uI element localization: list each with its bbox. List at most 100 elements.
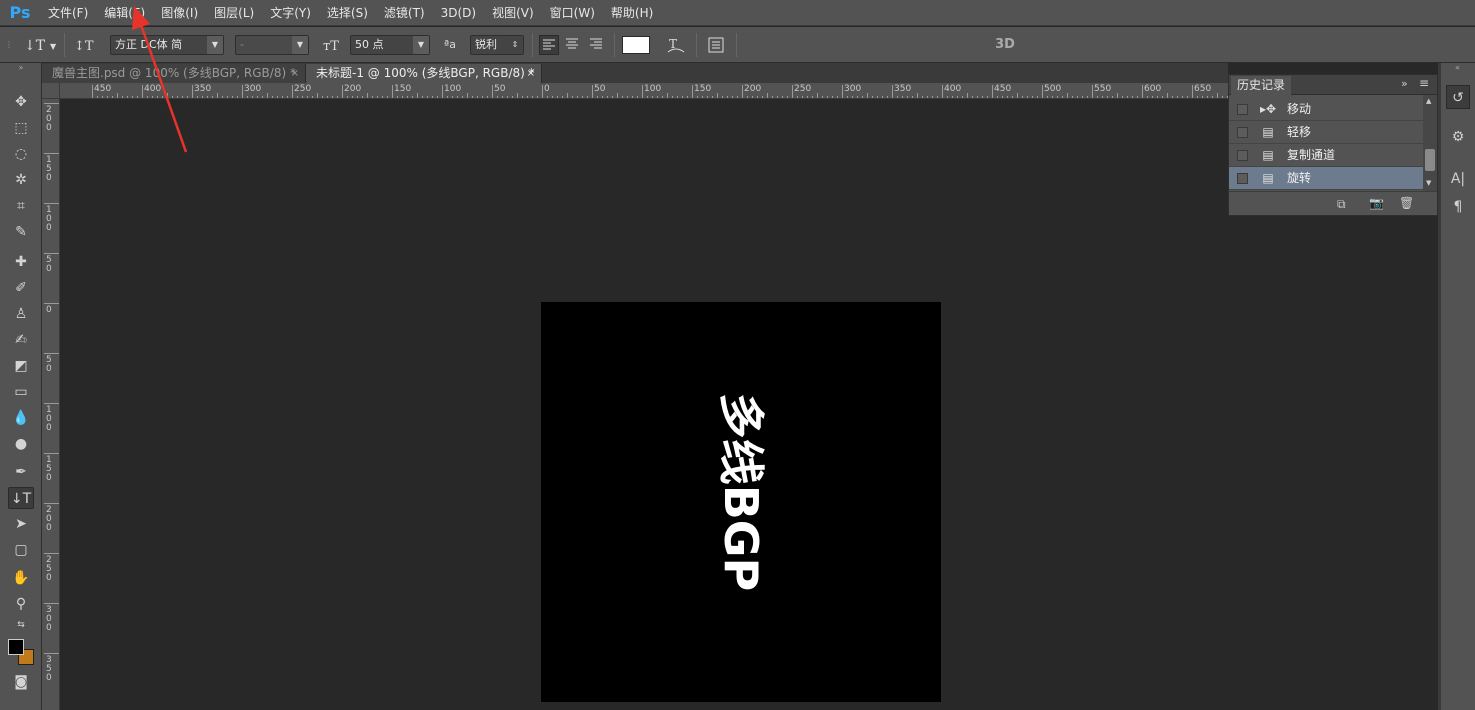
history-item[interactable]: ▤ 复制通道 [1229,144,1423,167]
canvas-text-layer[interactable]: 多线BGP [541,302,941,702]
ruler-tick [1192,85,1193,98]
warp-text-button[interactable]: T [664,34,688,63]
path-selection-tool-icon[interactable]: ➤ [8,513,34,535]
menu-image[interactable]: 图像(I) [153,0,206,26]
history-item[interactable]: ▸✥ 移动 [1229,98,1423,121]
menu-help[interactable]: 帮助(H) [603,0,661,26]
crop-tool-icon[interactable]: ⌗ [8,195,34,217]
font-style-dropdown[interactable]: - ▼ [235,35,309,55]
tab-document-2[interactable]: 未标题-1 @ 100% (多线BGP, RGB/8) * × [306,64,542,83]
document-canvas[interactable]: 多线BGP [541,302,941,702]
menu-view[interactable]: 视图(V) [484,0,542,26]
align-center-button[interactable] [563,35,583,55]
pen-tool-icon[interactable]: ✒ [8,461,34,483]
ruler-label: 300 [46,605,52,633]
ruler-label: 250 [794,84,812,94]
tab-document-1[interactable]: 魔兽主图.psd @ 100% (多线BGP, RGB/8) * × [42,64,306,83]
panel-menu-icon[interactable]: ≡ [1419,76,1429,90]
svg-text:ᴛT: ᴛT [323,39,339,54]
foreground-color-swatch[interactable] [8,639,24,655]
menu-file[interactable]: 文件(F) [40,0,96,26]
menu-select[interactable]: 选择(S) [319,0,376,26]
document-icon: ▤ [1262,171,1274,185]
ruler-origin[interactable] [42,83,60,99]
ruler-tick [44,503,59,504]
scroll-up-icon[interactable]: ▲ [1426,97,1431,105]
collapse-toolbox-icon[interactable]: » [8,63,34,73]
document-icon: ▤ [1262,148,1274,162]
hand-tool-icon[interactable]: ✋ [8,567,34,589]
ruler-tick [44,653,59,654]
expand-dock-icon[interactable]: « [1455,63,1460,72]
vertical-type-tool-icon[interactable]: ↓T [8,487,34,509]
toggle-orientation-icon[interactable]: ↕T [72,34,96,63]
scroll-down-icon[interactable]: ▼ [1426,179,1431,187]
eyedropper-tool-icon[interactable]: ✎ [8,221,34,243]
font-size-dropdown[interactable]: 50 点 ▼ [350,35,430,55]
blur-tool-icon[interactable]: 💧 [8,407,34,429]
text-color-swatch[interactable] [622,36,650,54]
move-tool-icon[interactable]: ✥ [8,91,34,113]
font-family-dropdown[interactable]: 方正 DC体 简 ▼ [110,35,224,55]
menu-filter[interactable]: 滤镜(T) [376,0,433,26]
collapse-icon[interactable]: » [1401,77,1408,90]
history-item[interactable]: ▤ 轻移 [1229,121,1423,144]
history-snapshot-checkbox[interactable] [1237,150,1248,161]
marquee-tool-icon[interactable]: ⬚ [8,117,34,139]
character-panel-icon[interactable]: A| [1446,167,1470,191]
lasso-tool-icon[interactable]: ◌ [8,143,34,165]
trash-icon[interactable]: 🗑 [1399,196,1414,210]
properties-panel-icon[interactable]: ⚙ [1446,125,1470,149]
brush-tool-icon[interactable]: ✐ [8,277,34,299]
ruler-label: 450 [994,84,1012,94]
ruler-label: 100 [46,205,52,233]
menu-3d[interactable]: 3D(D) [433,0,484,26]
history-item-selected[interactable]: ▤ 旋转 [1229,167,1423,190]
zoom-tool-icon[interactable]: ⚲ [8,593,34,615]
menu-layer[interactable]: 图层(L) [206,0,262,26]
history-title[interactable]: 历史记录 [1231,76,1292,95]
ruler-label: 200 [46,505,52,533]
swap-colors-icon[interactable]: ⇆ [8,619,34,631]
menu-type[interactable]: 文字(Y) [262,0,319,26]
ruler-label: 100 [46,405,52,433]
chevron-updown-icon: ⇕ [507,36,523,54]
antialias-dropdown[interactable]: 锐利 ⇕ [470,35,524,55]
eraser-tool-icon[interactable]: ◩ [8,355,34,377]
dodge-tool-icon[interactable]: ● [8,433,34,455]
scrollbar-thumb[interactable] [1425,149,1435,171]
tool-preset-picker[interactable]: ↓T ▼ [20,34,60,63]
rectangle-tool-icon[interactable]: ▢ [8,539,34,561]
menu-window[interactable]: 窗口(W) [542,0,603,26]
ruler-label: 50 [594,84,606,94]
align-left-button[interactable] [539,35,559,55]
3d-button[interactable]: 3D [990,34,1020,56]
paragraph-panel-icon[interactable]: ¶ [1446,195,1470,219]
align-right-button[interactable] [587,35,607,55]
history-snapshot-checkbox[interactable] [1237,173,1248,184]
camera-icon[interactable]: 📷 [1369,196,1384,210]
clone-stamp-tool-icon[interactable]: ♙ [8,303,34,325]
character-panel-button[interactable] [704,34,728,63]
font-size-icon: ᴛT [320,34,344,63]
close-icon[interactable]: × [527,64,535,83]
ruler-label: 50 [494,84,506,94]
ruler-tick [44,603,59,604]
history-brush-tool-icon[interactable]: ✍ [8,329,34,351]
history-scrollbar[interactable]: ▲ ▼ [1423,95,1437,191]
ruler-label: 400 [144,84,162,94]
quick-mask-icon[interactable]: ◙ [8,671,34,693]
history-snapshot-checkbox[interactable] [1237,104,1248,115]
gradient-tool-icon[interactable]: ▭ [8,381,34,403]
ruler-label: 300 [244,84,262,94]
menu-edit[interactable]: 编辑(E) [96,0,153,26]
history-panel-icon[interactable]: ↺ [1446,85,1470,109]
history-snapshot-checkbox[interactable] [1237,127,1248,138]
magic-wand-tool-icon[interactable]: ✲ [8,169,34,191]
close-icon[interactable]: × [291,64,299,83]
new-document-from-state-icon[interactable]: ⧉ [1337,197,1346,212]
photoshop-logo: Ps [9,3,31,22]
healing-brush-tool-icon[interactable]: ✚ [8,251,34,273]
ruler-tick [44,553,59,554]
ruler-tick [44,203,59,204]
